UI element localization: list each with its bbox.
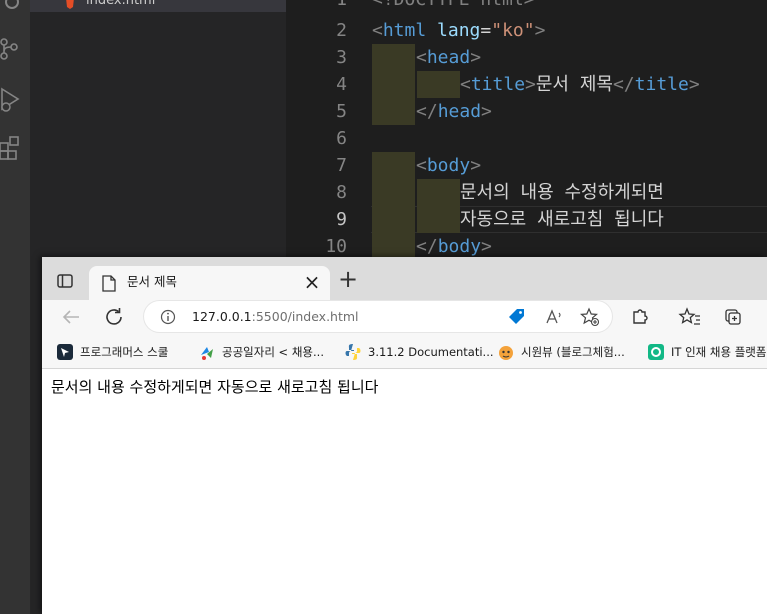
activity-bar [0,0,30,614]
bookmark-label: 프로그래머스 스쿨 [80,345,169,359]
code-text: <html lang="ko"> [372,20,546,41]
refresh-icon[interactable] [103,306,127,328]
line-number: 6 [336,128,347,149]
bookmark-label: 공공일자리 < 채용... [222,345,324,359]
bookmark-label: 3.11.2 Documentati... [368,345,494,359]
line-number: 4 [336,74,347,95]
code-editor[interactable]: 1 <!DOCTYPE html> 2 <html lang="ko"> 3 <… [287,0,767,260]
coupon-tag-icon[interactable] [507,307,527,327]
tab-close-button[interactable]: × [303,272,321,292]
run-debug-icon[interactable] [0,85,30,115]
read-aloud-icon[interactable] [544,307,564,327]
tab-title: 문서 제목 [127,274,177,289]
code-text: 문서의 내용 수정하게되면 [460,182,664,203]
line-number: 10 [325,236,347,257]
indent-guide [372,233,415,260]
code-line: 6 [287,125,767,152]
explorer-file-row[interactable]: index.html [30,0,286,12]
favorites-icon[interactable] [678,306,702,328]
code-text: </head> [416,101,492,122]
line-number: 5 [336,101,347,122]
page-content: 문서의 내용 수정하게되면 자동으로 새로고침 됩니다 [42,369,767,614]
code-text: 자동으로 새로고침 됩니다 [460,209,664,230]
bookmark-label: IT 인재 채용 플랫폼 [671,345,767,359]
page-icon [102,275,116,292]
code-line: 2 <html lang="ko"> [287,17,767,44]
code-text: </body> [416,236,492,257]
code-line: 4 <title>문서 제목</title> [287,71,767,98]
code-text: <title>문서 제목</title> [460,74,700,95]
indent-guide [417,206,460,233]
back-icon[interactable] [59,306,83,328]
favorite-add-icon[interactable] [579,307,600,327]
extensions-icon[interactable] [0,134,30,164]
address-host: 127.0.0.1 [192,309,252,324]
browser-window: 문서 제목 × + 127.0.0.1:5500/index.html 프로그래… [42,257,767,614]
indent-guide [372,98,415,125]
line-number: 8 [336,182,347,203]
tab-strip: 문서 제목 × + [42,257,767,301]
browser-toolbar: 127.0.0.1:5500/index.html [42,300,767,335]
explorer-file-name: index.html [86,0,156,8]
indent-guide [417,71,460,98]
source-control-icon[interactable] [0,34,30,64]
indent-guide [372,179,415,206]
html-file-icon [66,0,74,9]
code-line: 1 <!DOCTYPE html> [287,0,767,13]
tab-active[interactable]: 문서 제목 × [89,266,330,301]
extensions-puzzle-icon[interactable] [628,306,652,328]
it-platform-icon [647,343,665,361]
collections-icon[interactable] [722,306,746,328]
line-number: 1 [287,0,347,13]
info-icon[interactable] [160,309,176,325]
address-url: 127.0.0.1:5500/index.html [192,309,359,325]
bookmarks-bar: 프로그래머스 스쿨 공공일자리 < 채용... 3.11.2 Documenta… [42,335,767,369]
address-path: :5500/index.html [251,309,359,324]
programmers-icon [56,343,74,361]
code-line: 3 <head> [287,44,767,71]
indent-guide [417,179,460,206]
job-icon [198,343,216,361]
indent-guide [372,152,415,179]
page-body-text: 문서의 내용 수정하게되면 자동으로 새로고침 됩니다 [51,378,379,396]
siwonview-icon [497,343,515,361]
code-line: 7 <body> [287,152,767,179]
code-line-active: 9 자동으로 새로고침 됩니다 [287,206,767,233]
new-tab-button[interactable]: + [338,267,358,291]
search-icon[interactable] [0,0,30,30]
line-number: 2 [336,20,347,41]
line-number: 3 [336,47,347,68]
line-number: 7 [336,155,347,176]
code-line: 5 </head> [287,98,767,125]
code-text: <body> [416,155,482,176]
python-icon [344,343,362,361]
code-text: <head> [416,47,482,68]
code-line: 10 </body> [287,233,767,260]
code-line: 8 문서의 내용 수정하게되면 [287,179,767,206]
indent-guide [372,206,415,233]
indent-guide [372,44,415,71]
bookmark-label: 시원뷰 (블로그체험... [521,345,625,359]
indent-guide [372,71,415,98]
doctype-text: <!DOCTYPE html> [372,0,535,13]
address-bar[interactable]: 127.0.0.1:5500/index.html [144,301,612,332]
line-number: 9 [336,209,347,230]
tab-actions-icon[interactable] [56,272,74,290]
